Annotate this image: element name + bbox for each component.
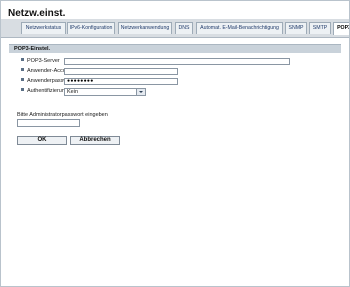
cancel-button[interactable]: Abbrechen <box>70 136 120 145</box>
bullet-icon <box>21 58 24 62</box>
authentication-value: Kein <box>67 89 79 95</box>
admin-password-input[interactable] <box>17 119 80 127</box>
section-header: POP3-Einstel. <box>9 44 341 53</box>
page-title: Netzw.einst. <box>8 8 66 19</box>
authentication-row: Authentifizierung <box>21 88 68 94</box>
ok-button[interactable]: OK <box>17 136 67 145</box>
tab-pop3[interactable]: POP3 <box>333 22 349 35</box>
authentication-label: Authentifizierung <box>27 88 68 94</box>
tab-netzwerkanwendung[interactable]: Netzwerkanwendung <box>118 22 172 34</box>
tab-dns[interactable]: DNS <box>175 22 193 34</box>
pop3-server-label: POP3-Server <box>27 58 60 64</box>
bullet-icon <box>21 88 24 92</box>
tab-smtp[interactable]: SMTP <box>309 22 331 34</box>
authentication-select[interactable]: Kein <box>64 88 146 96</box>
pop3-server-input[interactable] <box>64 58 290 65</box>
tab-bar: Netzwerkstatus IPv6-Konfiguration Netzwe… <box>1 19 349 38</box>
tab-email-benachrichtigung[interactable]: Automat. E-Mail-Benachrichtigung <box>196 22 283 34</box>
tab-snmp[interactable]: SNMP <box>285 22 307 34</box>
user-account-input[interactable] <box>64 68 178 75</box>
window-frame: Netzw.einst. Netzwerkstatus IPv6-Konfigu… <box>0 0 350 287</box>
section-title: POP3-Einstel. <box>14 46 51 52</box>
tab-ipv6-konfiguration[interactable]: IPv6-Konfiguration <box>67 22 115 34</box>
user-password-input[interactable]: ●●●●●●●● <box>64 78 178 85</box>
admin-password-label: Bitte Administratorpasswort eingeben <box>17 112 108 118</box>
chevron-down-icon[interactable] <box>136 89 145 95</box>
bullet-icon <box>21 68 24 72</box>
tab-netzwerkstatus[interactable]: Netzwerkstatus <box>21 22 66 34</box>
bullet-icon <box>21 78 24 82</box>
pop3-server-row: POP3-Server <box>21 58 60 64</box>
